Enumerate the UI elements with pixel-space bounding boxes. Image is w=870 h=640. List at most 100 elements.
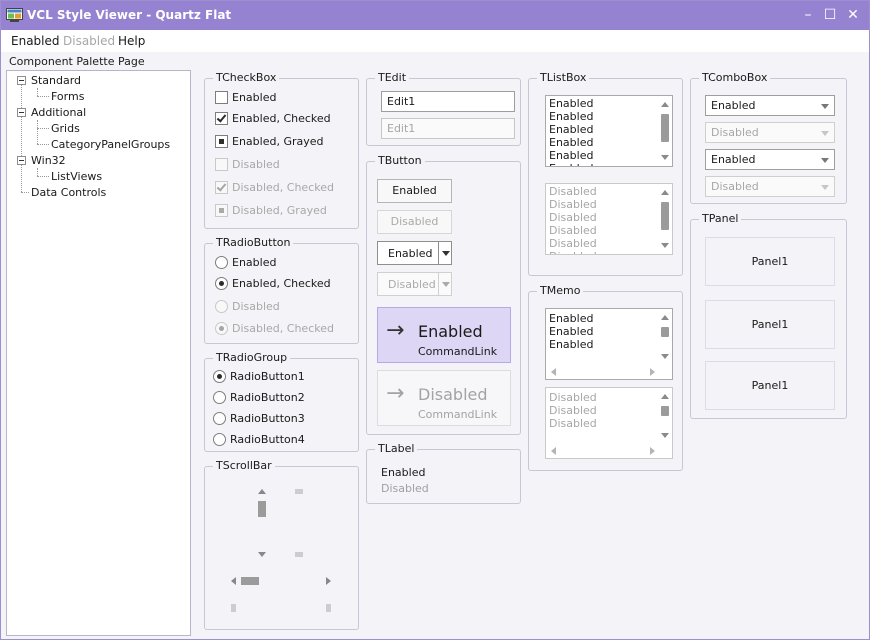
checkbox-enabled-checked[interactable]: Enabled, Checked	[215, 111, 355, 127]
radiogroup-item-4[interactable]: RadioButton4	[213, 432, 353, 448]
button-group: TButton Enabled Disabled Enabled Disable…	[366, 154, 521, 435]
memo-hscrollbar[interactable]	[546, 365, 660, 379]
radio-disabled[interactable]: Disabled	[215, 299, 355, 315]
group-title: TMemo	[537, 284, 584, 297]
checkbox-group: TCheckBox Enabled Enabled, Checked Enabl…	[204, 71, 359, 229]
disabled-button[interactable]: Disabled	[377, 210, 452, 234]
listbox-scrollbar[interactable]	[658, 184, 672, 254]
combobox-enabled[interactable]: Enabled	[705, 95, 835, 116]
radiogroup-item-2[interactable]: RadioButton2	[213, 390, 353, 406]
label-disabled: Disabled	[381, 482, 429, 495]
listbox-disabled[interactable]: Disabled Disabled Disabled Disabled Disa…	[545, 183, 673, 255]
group-title: TButton	[375, 154, 425, 167]
tree-item-win32[interactable]: Win32	[31, 154, 66, 167]
checkbox-disabled[interactable]: Disabled	[215, 157, 355, 173]
scroll-right-icon[interactable]	[326, 577, 331, 585]
listbox-enabled[interactable]: Enabled Enabled Enabled Enabled Enabled …	[545, 95, 673, 167]
checkbox-disabled-checked[interactable]: Disabled, Checked	[215, 180, 355, 196]
memo-disabled[interactable]: Disabled Disabled Disabled	[545, 387, 673, 459]
tree-item-additional[interactable]: Additional	[31, 106, 86, 119]
memo-scrollbar[interactable]	[658, 309, 672, 365]
enabled-button[interactable]: Enabled	[377, 179, 452, 203]
memo-enabled[interactable]: Enabled Enabled Enabled	[545, 308, 673, 380]
maximize-button[interactable]: ☐	[819, 5, 841, 25]
radio-enabled[interactable]: Enabled	[215, 255, 355, 271]
scroll-left-icon[interactable]	[231, 577, 236, 585]
scroll-thumb[interactable]	[241, 577, 259, 585]
scroll-down-icon	[295, 552, 303, 557]
panel-3: Panel1	[705, 361, 835, 410]
collapse-icon[interactable]	[17, 156, 26, 165]
group-title: TScrollBar	[213, 459, 275, 472]
radio-disabled-checked[interactable]: Disabled, Checked	[215, 321, 355, 337]
chevron-down-icon	[821, 131, 829, 136]
app-window: VCL Style Viewer - Quartz Flat – ☐ ✕ Ena…	[0, 0, 870, 640]
tree-item-data-controls[interactable]: Data Controls	[31, 186, 106, 199]
palette-tree[interactable]: Standard Forms Additional Grids Category…	[6, 70, 191, 636]
group-title: TComboBox	[699, 71, 771, 84]
combobox-enabled-2[interactable]: Enabled	[705, 149, 835, 170]
chevron-down-icon	[442, 282, 450, 287]
chevron-down-icon	[821, 185, 829, 190]
edit-enabled-input[interactable]: Edit1	[381, 91, 515, 112]
menu-disabled[interactable]: Disabled	[63, 34, 115, 48]
checkbox-enabled-grayed[interactable]: Enabled, Grayed	[215, 134, 355, 150]
scroll-right-icon	[326, 604, 331, 612]
radiogroup-group: TRadioGroup RadioButton1 RadioButton2 Ra…	[204, 351, 359, 452]
edit-group: TEdit Edit1 Edit1	[366, 71, 521, 146]
title-bar[interactable]: VCL Style Viewer - Quartz Flat – ☐ ✕	[1, 1, 869, 30]
radiogroup-item-3[interactable]: RadioButton3	[213, 411, 353, 427]
chevron-down-icon	[442, 251, 450, 256]
label-group: TLabel Enabled Disabled	[366, 442, 521, 504]
scrollbar-group: TScrollBar	[204, 459, 359, 630]
group-title: TListBox	[537, 71, 590, 84]
close-button[interactable]: ✕	[842, 5, 864, 25]
panel-group: TPanel Panel1 Panel1 Panel1	[690, 212, 847, 419]
edit-disabled-input[interactable]: Edit1	[381, 118, 515, 139]
split-button-disabled[interactable]: Disabled	[377, 272, 452, 296]
radiobutton-group: TRadioButton Enabled Enabled, Checked Di…	[204, 236, 359, 344]
collapse-icon[interactable]	[17, 76, 26, 85]
combobox-disabled[interactable]: Disabled	[705, 122, 835, 143]
combobox-group: TComboBox Enabled Disabled Enabled Disab…	[690, 71, 847, 204]
listbox-group: TListBox Enabled Enabled Enabled Enabled…	[528, 71, 683, 276]
group-title: TCheckBox	[213, 71, 280, 84]
label-enabled: Enabled	[381, 466, 426, 479]
group-title: TRadioGroup	[213, 351, 291, 364]
checkbox-disabled-grayed[interactable]: Disabled, Grayed	[215, 203, 355, 219]
memo-group: TMemo Enabled Enabled Enabled Disabled D…	[528, 284, 683, 471]
memo-scrollbar[interactable]	[658, 388, 672, 444]
command-link-enabled[interactable]: → Enabled CommandLink	[377, 307, 511, 363]
tree-item-listviews[interactable]: ListViews	[51, 170, 102, 183]
collapse-icon[interactable]	[17, 108, 26, 117]
app-window-icon	[6, 8, 23, 22]
split-button-enabled[interactable]: Enabled	[377, 241, 452, 265]
checkbox-enabled[interactable]: Enabled	[215, 90, 355, 106]
combobox-disabled-2[interactable]: Disabled	[705, 176, 835, 197]
scroll-up-icon	[295, 489, 303, 494]
radio-enabled-checked[interactable]: Enabled, Checked	[215, 276, 355, 292]
scroll-left-icon	[231, 604, 236, 612]
scroll-up-icon[interactable]	[258, 489, 266, 494]
tree-item-forms[interactable]: Forms	[51, 90, 84, 103]
check-icon	[216, 112, 227, 123]
tree-item-category-panel-groups[interactable]: CategoryPanelGroups	[51, 138, 170, 151]
minimize-button[interactable]: –	[797, 5, 819, 25]
group-title: TRadioButton	[213, 236, 294, 249]
menu-enabled[interactable]: Enabled	[11, 34, 60, 48]
menu-help[interactable]: Help	[118, 34, 145, 48]
check-icon	[216, 181, 227, 192]
scroll-thumb[interactable]	[258, 501, 266, 517]
memo-hscrollbar[interactable]	[546, 444, 660, 458]
radiogroup-item-1[interactable]: RadioButton1	[213, 369, 353, 385]
tree-item-standard[interactable]: Standard	[31, 74, 81, 87]
tree-item-grids[interactable]: Grids	[51, 122, 80, 135]
group-title: TPanel	[699, 212, 742, 225]
listbox-scrollbar[interactable]	[658, 96, 672, 166]
group-title: TLabel	[375, 442, 418, 455]
chevron-down-icon	[821, 104, 829, 109]
palette-label: Component Palette Page	[9, 55, 145, 68]
command-link-disabled[interactable]: → Disabled CommandLink	[377, 370, 511, 426]
arrow-right-icon: →	[386, 318, 405, 343]
scroll-down-icon[interactable]	[258, 552, 266, 557]
